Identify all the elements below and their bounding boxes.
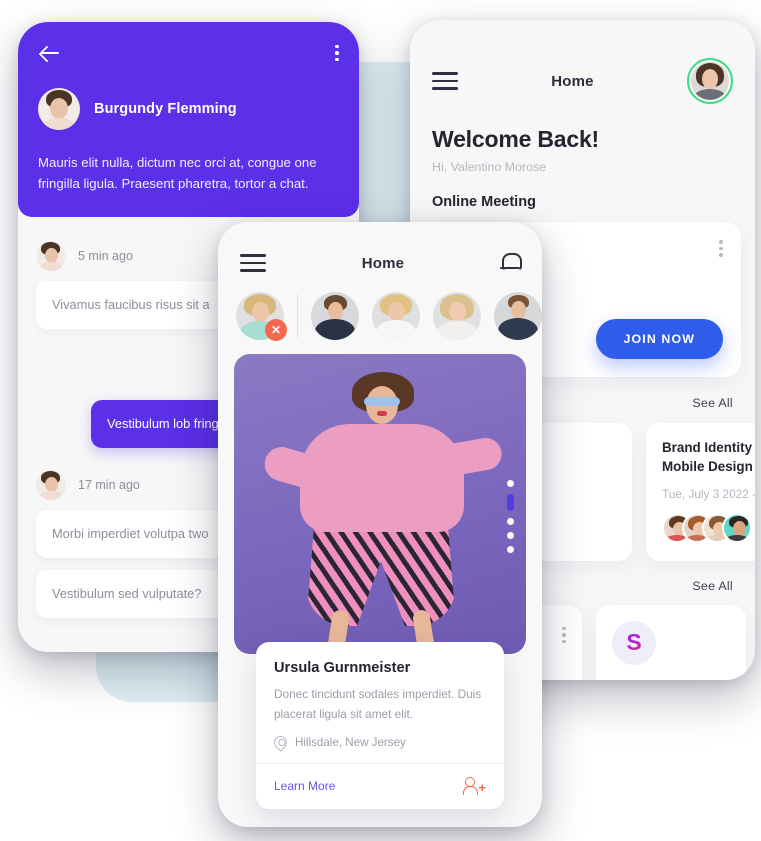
hamburger-icon[interactable]: [240, 254, 266, 272]
add-user-icon[interactable]: +: [463, 777, 486, 795]
chat-contact: Burgundy Flemming: [38, 88, 339, 130]
kebab-menu-icon[interactable]: [335, 44, 339, 62]
kebab-menu-icon[interactable]: [719, 240, 723, 257]
learn-more-link[interactable]: Learn More: [274, 779, 335, 793]
welcome-block: Welcome Back! Hi, Valentino Morose: [410, 104, 755, 174]
studio-name: Sou: [612, 679, 730, 680]
feed-title: Home: [361, 254, 405, 272]
chat-timestamp: 5 min ago: [78, 248, 133, 263]
profile-card-footer: Learn More +: [274, 764, 486, 809]
hero-pagination-dots[interactable]: [507, 480, 514, 553]
chat-header: Burgundy Flemming Mauris elit nulla, dic…: [18, 22, 359, 217]
story-item[interactable]: [494, 292, 542, 340]
letter-s-logo: S: [612, 620, 656, 665]
story-row: ✕: [218, 274, 542, 341]
profile-bio: Donec tincidunt sodales imperdiet. Duis …: [274, 686, 482, 721]
event-title: Brand Identity G Mobile Design A: [662, 440, 753, 474]
chat-intro-text: Mauris elit nulla, dictum nec orci at, c…: [38, 155, 317, 192]
pagination-dot-active[interactable]: [507, 494, 514, 511]
feed-header: Home: [218, 222, 542, 274]
hero-model-illustration: [260, 364, 505, 654]
story-item[interactable]: [311, 292, 359, 340]
section-online-meeting: Online Meeting: [432, 194, 536, 210]
pagination-dot[interactable]: [507, 480, 514, 487]
avatar: [36, 240, 66, 271]
pagination-dot[interactable]: [507, 532, 514, 539]
chat-contact-name: Burgundy Flemming: [94, 101, 237, 117]
pagination-dot[interactable]: [507, 546, 514, 553]
home-header: Home: [410, 20, 755, 104]
profile-location-row: Hillsdale, New Jersey: [271, 733, 486, 752]
join-now-button[interactable]: JOIN NOW: [595, 319, 723, 360]
chat-timestamp: 17 min ago: [78, 478, 140, 493]
story-item-self[interactable]: ✕: [236, 292, 287, 341]
story-divider: [297, 294, 298, 338]
event-card[interactable]: Brand Identity G Mobile Design A Tue, Ju…: [646, 423, 755, 561]
pagination-dot[interactable]: [507, 518, 514, 525]
story-remove-button[interactable]: ✕: [265, 319, 287, 341]
see-all-studios[interactable]: See All: [692, 579, 733, 593]
hamburger-icon[interactable]: [432, 72, 458, 90]
avatar: [722, 512, 752, 543]
profile-info-card: Ursula Gurnmeister Donec tincidunt sodal…: [256, 641, 504, 809]
home-title: Home: [551, 72, 594, 90]
welcome-subtitle: Hi, Valentino Morose: [432, 160, 547, 174]
profile-name: Ursula Gurnmeister: [274, 659, 411, 676]
studio-card[interactable]: S Sou: [596, 604, 746, 680]
see-all-upcoming[interactable]: See All: [692, 396, 733, 410]
avatar: [36, 470, 66, 501]
feed-hero-image[interactable]: [234, 354, 526, 654]
user-avatar[interactable]: [686, 58, 733, 104]
story-item[interactable]: [433, 292, 481, 340]
phone-feed-screen: Home ✕ Ursula Gurnmeister Donec tincidun…: [218, 222, 542, 827]
mockup-stage: Burgundy Flemming Mauris elit nulla, dic…: [0, 0, 761, 841]
studio-logo-glyph: S: [626, 629, 642, 656]
kebab-menu-icon[interactable]: [562, 626, 566, 644]
welcome-heading: Welcome Back!: [432, 126, 599, 152]
story-item[interactable]: [372, 292, 420, 340]
map-pin-icon: [271, 733, 290, 752]
avatar: [38, 88, 80, 130]
attendee-facepile: +: [662, 512, 755, 543]
chat-top-row: [38, 40, 339, 66]
back-arrow-icon[interactable]: [38, 41, 62, 65]
profile-location: Hillsdale, New Jersey: [295, 736, 406, 749]
notification-bell-icon[interactable]: [499, 252, 522, 274]
event-date: Tue, July 3 2022 -: [662, 486, 755, 501]
